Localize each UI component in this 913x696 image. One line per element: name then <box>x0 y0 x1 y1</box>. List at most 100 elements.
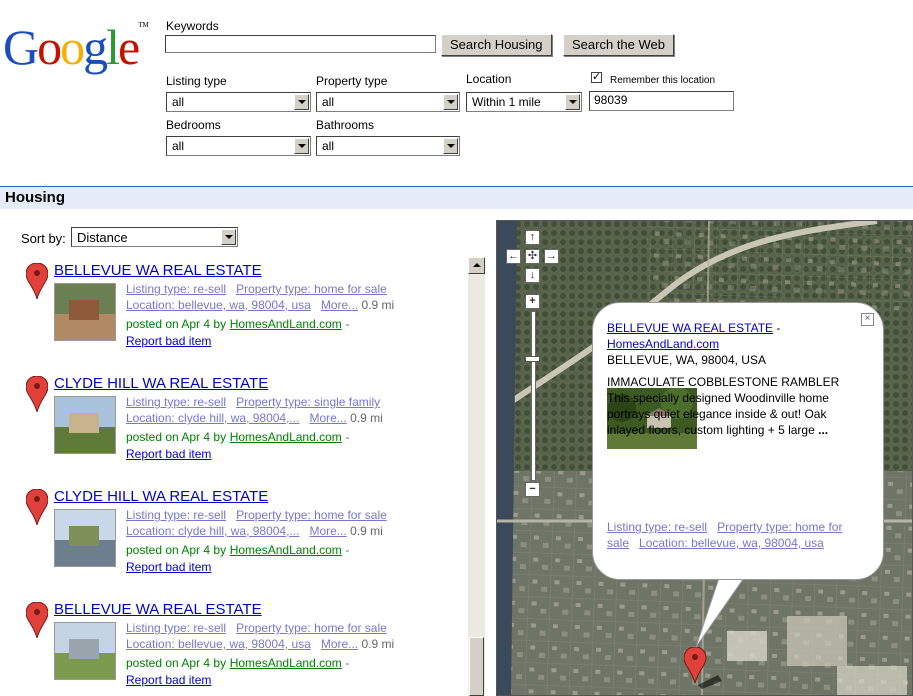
bathrooms-select[interactable]: all <box>316 136 460 156</box>
sort-select[interactable]: Distance <box>71 227 238 247</box>
scroll-up-button[interactable] <box>468 257 485 274</box>
google-logo[interactable]: GoogleTM <box>3 19 149 75</box>
info-popup: × BELLEVUE WA REAL ESTATE - HomesAndLand… <box>592 302 884 580</box>
poster-link[interactable]: HomesAndLand.com <box>230 656 342 670</box>
location-link[interactable]: Location: clyde hill, wa, 98004,... <box>126 411 299 425</box>
chevron-down-icon[interactable] <box>443 94 458 110</box>
bathrooms-label: Bathrooms <box>316 118 375 132</box>
remember-location-label: Remember this location <box>610 75 716 86</box>
listing-type-link[interactable]: Listing type: re-sell <box>126 508 226 522</box>
location-link[interactable]: Location: bellevue, wa, 98004, usa <box>126 298 311 312</box>
zoom-in-button[interactable]: + <box>525 294 540 309</box>
result-title-link[interactable]: BELLEVUE WA REAL ESTATE <box>54 262 262 279</box>
dash: - <box>345 430 350 444</box>
popup-ellipsis[interactable]: ... <box>818 423 828 437</box>
logo-letter: G <box>3 19 39 75</box>
chevron-down-icon[interactable] <box>221 229 236 245</box>
sort-value: Distance <box>77 230 128 245</box>
listing-type-link[interactable]: Listing type: re-sell <box>126 395 226 409</box>
zoom-slider-track[interactable] <box>531 311 536 481</box>
distance: 0.9 mi <box>361 298 395 312</box>
location-link[interactable]: Location: bellevue, wa, 98004, usa <box>126 637 311 651</box>
zoom-slider-handle[interactable] <box>525 356 540 362</box>
more-link[interactable]: More... <box>309 411 346 425</box>
keywords-label: Keywords <box>166 19 219 33</box>
property-type-link[interactable]: Property type: home for sale <box>236 621 387 635</box>
result-title-link[interactable]: BELLEVUE WA REAL ESTATE <box>54 601 262 618</box>
search-web-button[interactable]: Search the Web <box>563 34 674 56</box>
map-marker-icon[interactable] <box>26 489 48 525</box>
result-title-link[interactable]: CLYDE HILL WA REAL ESTATE <box>54 488 268 505</box>
posted-text: posted on Apr 4 by <box>126 430 227 444</box>
property-type-link[interactable]: Property type: home for sale <box>236 282 387 296</box>
keywords-input[interactable] <box>165 35 436 53</box>
result-thumbnail[interactable] <box>54 509 116 567</box>
scroll-thumb[interactable] <box>469 637 484 696</box>
logo-letters: Google <box>3 19 140 75</box>
close-icon[interactable]: × <box>861 313 874 326</box>
property-type-select[interactable]: all <box>316 92 460 112</box>
popup-location-link[interactable]: Location: bellevue, wa, 98004, usa <box>639 536 824 550</box>
property-type-label: Property type <box>316 74 388 88</box>
pan-center-button[interactable]: ✣ <box>525 249 540 264</box>
logo-letter: e <box>118 19 140 75</box>
chevron-down-icon[interactable] <box>294 138 309 154</box>
location-select[interactable]: Within 1 mile <box>466 92 582 112</box>
popup-listing-type-link[interactable]: Listing type: re-sell <box>607 520 707 534</box>
popup-pointer <box>695 575 748 648</box>
pan-up-button[interactable]: ↑ <box>525 230 540 245</box>
map-marker-icon[interactable] <box>26 376 48 412</box>
map-marker-icon[interactable] <box>26 263 48 299</box>
listing-type-link[interactable]: Listing type: re-sell <box>126 282 226 296</box>
section-title: Housing <box>0 186 913 209</box>
report-bad-item-link[interactable]: Report bad item <box>126 334 211 348</box>
pan-down-button[interactable]: ↓ <box>525 268 540 283</box>
pan-right-button[interactable]: → <box>544 249 559 264</box>
sort-label: Sort by: <box>21 231 66 246</box>
result-title-link[interactable]: CLYDE HILL WA REAL ESTATE <box>54 375 268 392</box>
popup-description: IMMACULATE COBBLESTONE RAMBLER This spec… <box>607 374 855 438</box>
pan-left-button[interactable]: ← <box>506 249 521 264</box>
distance: 0.9 mi <box>350 411 383 425</box>
chevron-down-icon[interactable] <box>294 94 309 110</box>
search-housing-button[interactable]: Search Housing <box>441 34 552 56</box>
poster-link[interactable]: HomesAndLand.com <box>230 430 342 444</box>
chevron-down-icon[interactable] <box>443 138 458 154</box>
remember-location-checkbox[interactable]: ✓ <box>591 72 602 83</box>
report-bad-item-link[interactable]: Report bad item <box>126 447 211 461</box>
listing-type-value: all <box>172 95 185 109</box>
logo-letter: l <box>106 19 120 75</box>
property-type-link[interactable]: Property type: home for sale <box>236 508 387 522</box>
report-bad-item-link[interactable]: Report bad item <box>126 560 211 574</box>
result-thumbnail[interactable] <box>54 283 116 341</box>
more-link[interactable]: More... <box>309 524 346 538</box>
popup-separator: - <box>773 321 781 335</box>
property-type-link[interactable]: Property type: single family <box>236 395 380 409</box>
zoom-out-button[interactable]: − <box>525 482 540 497</box>
poster-link[interactable]: HomesAndLand.com <box>230 543 342 557</box>
listing-type-select[interactable]: all <box>166 92 311 112</box>
more-link[interactable]: More... <box>321 637 358 651</box>
location-link[interactable]: Location: clyde hill, wa, 98004,... <box>126 524 299 538</box>
chevron-down-icon[interactable] <box>565 94 580 110</box>
logo-letter: g <box>83 19 108 75</box>
listing-type-link[interactable]: Listing type: re-sell <box>126 621 226 635</box>
distance: 0.9 mi <box>350 524 383 538</box>
report-bad-item-link[interactable]: Report bad item <box>126 673 211 687</box>
logo-letter: o <box>60 19 85 75</box>
result-thumbnail[interactable] <box>54 396 116 454</box>
more-link[interactable]: More... <box>321 298 358 312</box>
posted-text: posted on Apr 4 by <box>126 317 227 331</box>
dash: - <box>345 317 350 331</box>
results-scrollbar[interactable] <box>468 257 485 696</box>
map-marker-icon[interactable] <box>26 602 48 638</box>
result-thumbnail[interactable] <box>54 622 116 680</box>
posted-text: posted on Apr 4 by <box>126 543 227 557</box>
zip-input[interactable]: 98039 <box>589 91 734 111</box>
popup-address: BELLEVUE, WA, 98004, USA <box>607 353 766 367</box>
bedrooms-value: all <box>172 139 185 153</box>
popup-title-link[interactable]: BELLEVUE WA REAL ESTATE <box>607 321 773 335</box>
popup-source-link[interactable]: HomesAndLand.com <box>607 337 719 351</box>
bedrooms-select[interactable]: all <box>166 136 311 156</box>
poster-link[interactable]: HomesAndLand.com <box>230 317 342 331</box>
